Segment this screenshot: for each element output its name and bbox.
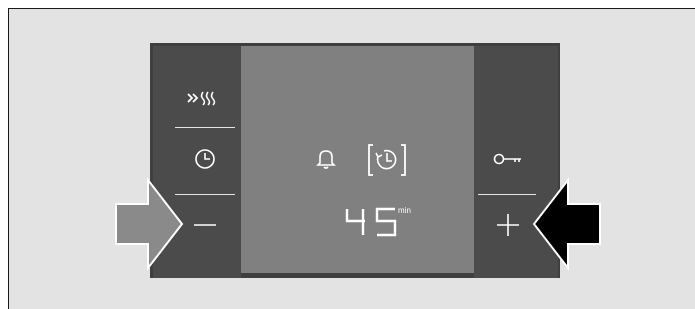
fast-preheat-icon [187, 91, 216, 106]
fast-preheat-button[interactable] [175, 76, 235, 120]
minus-button[interactable] [175, 203, 235, 247]
time-setting-button[interactable] [175, 137, 235, 181]
right-divider [478, 194, 536, 195]
arrow-left-icon [532, 177, 601, 271]
arrow-right-icon [115, 177, 184, 271]
timer-digits [345, 207, 397, 237]
timer-unit: min [398, 206, 411, 215]
plus-button[interactable] [478, 203, 538, 247]
display-screen: 45 min [241, 46, 474, 273]
key-icon [493, 153, 521, 165]
left-divider-1 [175, 127, 235, 128]
timer-icon [368, 144, 406, 176]
plus-icon [497, 214, 519, 236]
clock-icon [195, 149, 215, 169]
childproof-lock-button[interactable] [478, 137, 538, 181]
left-divider-2 [175, 194, 235, 195]
minus-icon [194, 224, 216, 226]
bell-icon [316, 150, 336, 169]
